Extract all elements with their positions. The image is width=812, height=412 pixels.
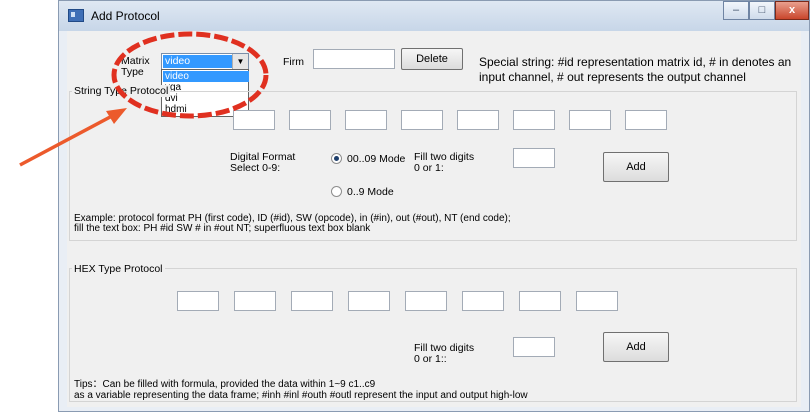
delete-button[interactable]: Delete — [401, 48, 463, 70]
string-type-protocol-group: String Type Protocol Digital Format Sele… — [69, 85, 797, 241]
firm-input[interactable] — [313, 49, 395, 69]
mode-0-9-radio[interactable] — [331, 186, 342, 197]
chevron-down-icon[interactable]: ▼ — [232, 54, 248, 69]
string-code-box-8[interactable] — [625, 110, 667, 130]
hex-code-box-1[interactable] — [177, 291, 219, 311]
dialog-body: Matrix Type video ▼ video vga dvi hdmi F… — [67, 31, 801, 407]
hex-code-box-8[interactable] — [576, 291, 618, 311]
hex-code-box-4[interactable] — [348, 291, 390, 311]
string-add-button[interactable]: Add — [603, 152, 669, 182]
special-string-line-1: Special string: #id representation matri… — [479, 55, 792, 69]
string-fill-input[interactable] — [513, 148, 555, 168]
hex-type-protocol-group: HEX Type Protocol Fill two digits 0 or 1… — [69, 263, 797, 402]
hex-code-box-3[interactable] — [291, 291, 333, 311]
tips-line-2: as a variable representing the data fram… — [74, 390, 528, 401]
matrix-type-label-2: Type — [121, 66, 144, 78]
string-group-title: String Type Protocol — [72, 85, 171, 97]
example-line-2: fill the text box: PH #id SW # in #out N… — [74, 223, 371, 234]
string-code-box-3[interactable] — [345, 110, 387, 130]
hex-add-button[interactable]: Add — [603, 332, 669, 362]
hex-code-box-6[interactable] — [462, 291, 504, 311]
string-code-box-5[interactable] — [457, 110, 499, 130]
mode-0-9-label[interactable]: 0..9 Mode — [347, 186, 394, 198]
app-window-icon — [68, 9, 84, 22]
matrix-type-combobox[interactable]: video ▼ — [161, 53, 249, 70]
hex-code-box-5[interactable] — [405, 291, 447, 311]
special-string-line-2: input channel, # out represents the outp… — [479, 70, 746, 84]
hex-group-title: HEX Type Protocol — [72, 263, 165, 275]
string-code-box-4[interactable] — [401, 110, 443, 130]
string-fill-label-2: 0 or 1: — [414, 162, 444, 174]
hex-fill-label-2: 0 or 1:: — [414, 353, 447, 365]
hex-code-box-2[interactable] — [234, 291, 276, 311]
title-bar[interactable]: Add Protocol – □ x — [59, 1, 809, 31]
string-code-box-2[interactable] — [289, 110, 331, 130]
minimize-button[interactable]: – — [723, 1, 749, 20]
firm-label: Firm — [283, 56, 304, 68]
add-protocol-window: Add Protocol – □ x Matrix Type video ▼ v… — [58, 0, 810, 412]
hex-fill-input[interactable] — [513, 337, 555, 357]
hex-code-box-7[interactable] — [519, 291, 561, 311]
mode-00-09-label[interactable]: 00..09 Mode — [347, 153, 405, 165]
maximize-button[interactable]: □ — [749, 1, 775, 20]
combo-selected-value: video — [163, 55, 233, 68]
mode-00-09-radio[interactable] — [331, 153, 342, 164]
string-code-box-1[interactable] — [233, 110, 275, 130]
string-code-box-7[interactable] — [569, 110, 611, 130]
string-code-box-6[interactable] — [513, 110, 555, 130]
window-title: Add Protocol — [91, 9, 160, 23]
digital-format-label-2: Select 0-9: — [230, 162, 281, 174]
dropdown-option-video[interactable]: video — [163, 71, 249, 82]
close-button[interactable]: x — [775, 1, 809, 20]
